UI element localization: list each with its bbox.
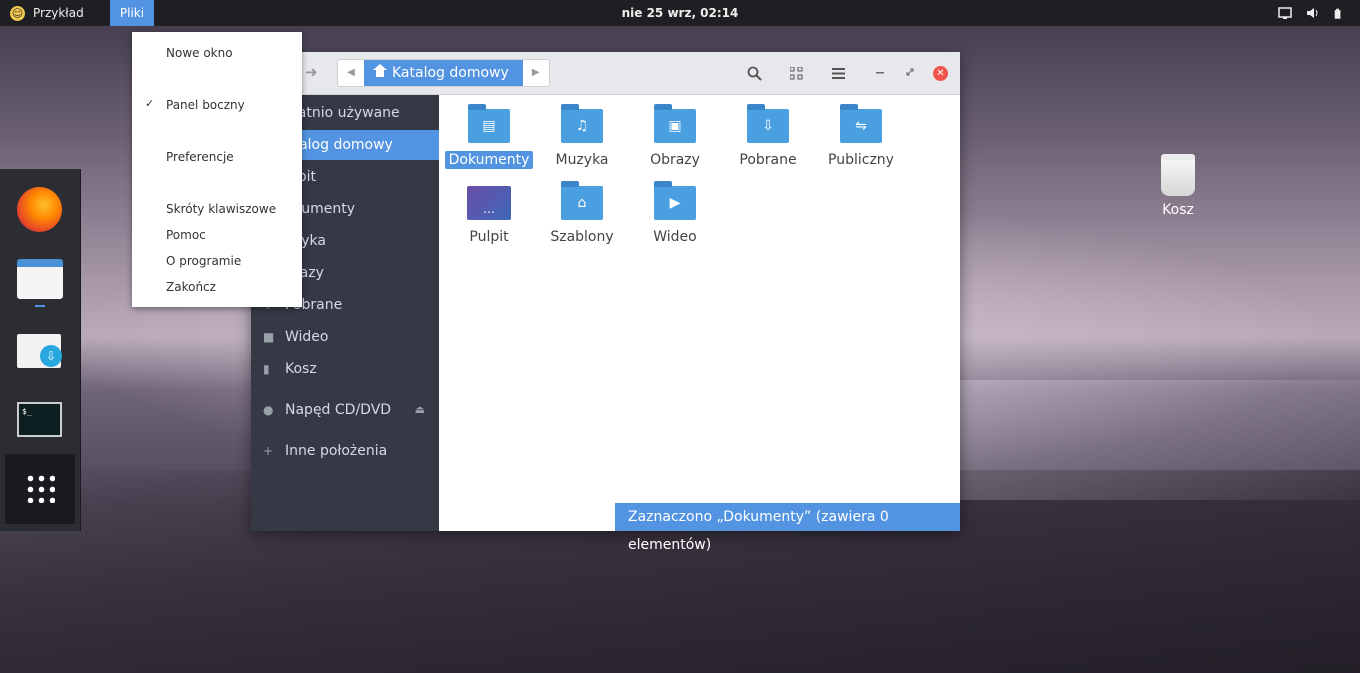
system-tray xyxy=(1278,0,1344,26)
desktop-trash-label: Kosz xyxy=(1162,202,1194,218)
video-icon: ■ xyxy=(263,330,275,344)
file-item-label: Pobrane xyxy=(739,152,797,168)
path-home-button[interactable]: Katalog domowy xyxy=(364,60,523,86)
folder-public-icon: ⇋ xyxy=(840,104,882,143)
header-bar: ➜ ◀ Katalog domowy ▶ ✕ xyxy=(251,52,960,95)
file-item-templates[interactable]: ⌂ Szablony xyxy=(537,181,627,246)
menu-item-preferences[interactable]: Preferencje xyxy=(166,150,234,164)
volume-icon[interactable] xyxy=(1306,7,1320,19)
show-applications-button[interactable] xyxy=(5,454,75,524)
desktop-folder-icon: ... xyxy=(467,186,511,220)
menu-item-quit[interactable]: Zakończ xyxy=(166,280,216,294)
clock[interactable]: nie 25 wrz, 02:14 xyxy=(0,0,1360,26)
terminal-icon[interactable]: $_ xyxy=(17,402,62,437)
trash-icon: ▮ xyxy=(263,362,270,376)
folder-downloads-icon: ⇩ xyxy=(747,104,789,143)
plus-icon: + xyxy=(263,444,274,458)
eject-icon[interactable]: ⏏ xyxy=(415,395,425,425)
desktop-trash[interactable]: Kosz xyxy=(1152,154,1204,218)
file-item-downloads[interactable]: ⇩ Pobrane xyxy=(723,104,813,169)
grid-view-icon[interactable] xyxy=(790,67,803,80)
dock: ⇩ $_ xyxy=(0,169,81,531)
download-badge-icon: ⇩ xyxy=(40,345,62,367)
menu-item-about[interactable]: O programie xyxy=(166,254,241,268)
file-item-label: Pulpit xyxy=(469,229,509,245)
menu-item-sidebar[interactable]: Panel boczny xyxy=(166,98,245,112)
disc-icon: ● xyxy=(263,403,274,417)
path-right-arrow-icon[interactable]: ▶ xyxy=(523,60,549,86)
folder-pictures-icon: ▣ xyxy=(654,104,696,143)
file-item-label: Publiczny xyxy=(828,152,894,168)
sidebar-item-label: Napęd CD/DVD xyxy=(285,402,392,418)
file-item-label: Dokumenty xyxy=(444,151,534,169)
sidebar-item-other-locations[interactable]: + Inne położenia xyxy=(251,436,439,466)
file-item-music[interactable]: ♫ Muzyka xyxy=(537,104,627,169)
files-app-icon[interactable] xyxy=(17,259,63,299)
file-item-label: Wideo xyxy=(653,229,697,245)
file-item-label: Szablony xyxy=(550,229,614,245)
folder-documents-icon: ▤ xyxy=(468,104,510,143)
close-icon[interactable]: ✕ xyxy=(933,66,948,81)
file-item-videos[interactable]: ▶ Wideo xyxy=(630,181,720,246)
running-indicator xyxy=(35,305,45,307)
maximize-icon[interactable] xyxy=(906,68,914,76)
files-dropdown-menu: ✓ Nowe okno Panel boczny Preferencje Skr… xyxy=(132,32,302,307)
battery-icon[interactable] xyxy=(1334,6,1344,20)
file-item-label: Muzyka xyxy=(555,152,609,168)
screen-icon[interactable] xyxy=(1278,7,1292,19)
file-item-public[interactable]: ⇋ Publiczny xyxy=(816,104,906,169)
forward-icon[interactable]: ➜ xyxy=(305,63,318,81)
path-bar: ◀ Katalog domowy ▶ xyxy=(337,59,550,87)
folder-videos-icon: ▶ xyxy=(654,181,696,220)
sidebar-item-label: Inne położenia xyxy=(285,443,388,459)
path-left-arrow-icon[interactable]: ◀ xyxy=(338,60,364,86)
sidebar-item-label: Wideo xyxy=(285,329,329,345)
grid-icon xyxy=(25,473,55,503)
file-manager-window: ➜ ◀ Katalog domowy ▶ ✕ statnio używane a… xyxy=(251,52,960,553)
sidebar-item-video[interactable]: ■ Wideo xyxy=(251,322,439,352)
file-item-pictures[interactable]: ▣ Obrazy xyxy=(630,104,720,169)
file-item-documents[interactable]: ▤ Dokumenty xyxy=(444,104,534,169)
menu-item-shortcuts[interactable]: Skróty klawiszowe xyxy=(166,202,276,216)
firefox-icon[interactable] xyxy=(17,187,62,232)
sidebar-item-cd-dvd[interactable]: ● Napęd CD/DVD ⏏ xyxy=(251,395,439,425)
wallpaper-wave xyxy=(960,380,1360,500)
sidebar-item-label: statnio używane xyxy=(285,105,400,121)
path-label: Katalog domowy xyxy=(392,65,509,81)
status-bar: Zaznaczono „Dokumenty” (zawiera 0 elemen… xyxy=(615,503,960,553)
check-icon: ✓ xyxy=(145,97,155,110)
menu-item-help[interactable]: Pomoc xyxy=(166,228,206,242)
file-item-label: Obrazy xyxy=(650,152,700,168)
search-icon[interactable] xyxy=(747,66,762,81)
minimize-icon[interactable] xyxy=(876,72,884,74)
folder-templates-icon: ⌂ xyxy=(561,181,603,220)
file-view: ▤ Dokumenty ♫ Muzyka ▣ Obrazy ⇩ Pobrane … xyxy=(439,95,960,531)
folder-music-icon: ♫ xyxy=(561,104,603,143)
hamburger-menu-icon[interactable] xyxy=(832,68,845,79)
sidebar-item-trash[interactable]: ▮ Kosz xyxy=(251,354,439,384)
sidebar-item-label: Kosz xyxy=(285,361,317,377)
top-bar: ☺ Przykład Pliki nie 25 wrz, 02:14 xyxy=(0,0,1360,26)
trash-icon xyxy=(1161,154,1195,196)
menu-item-new-window[interactable]: Nowe okno xyxy=(166,46,233,60)
file-item-desktop[interactable]: ... Pulpit xyxy=(444,186,534,246)
home-icon xyxy=(373,63,387,79)
